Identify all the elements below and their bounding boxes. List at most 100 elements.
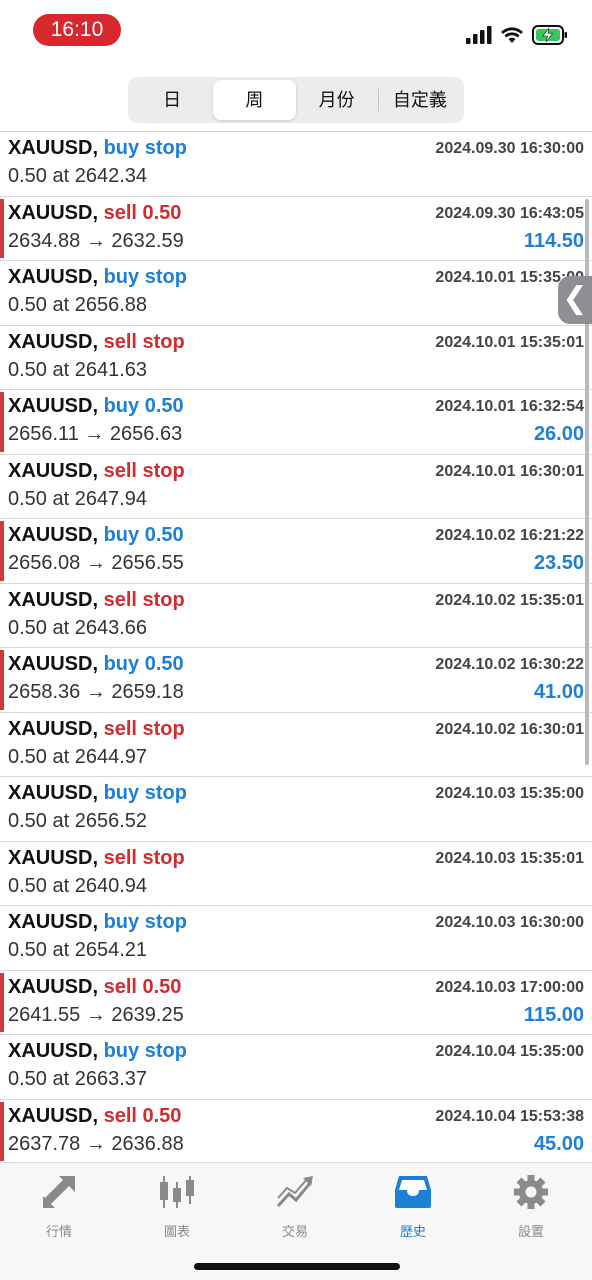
order-row[interactable]: XAUUSD, buy stop 0.50 at 2656.88 2024.10.0… [0,261,592,326]
row-detail: 0.50 at 2663.37 [8,1068,148,1090]
tab-quotes[interactable]: 行情 [9,1173,109,1240]
row-type: sell 0.50 [103,201,182,224]
row-detail: 0.50 at 2656.88 [8,294,148,316]
order-row[interactable]: XAUUSD, sell stop 0.50 at 2641.63 2024.10.… [0,326,592,390]
row-profit: 41.00 [533,681,584,703]
row-time: 2024.10.03 15:35:00 [435,785,584,802]
row-symbol: XAUUSD, [8,459,99,482]
row-symbol: XAUUSD, [8,395,99,417]
row-type: sell stop [103,459,185,482]
row-detail: 0.50 at 2642.34 [8,165,148,187]
row-detail: 2658.36 → 2659.18 [8,681,184,703]
row-detail: 2634.88 → 2632.59 [8,229,184,252]
row-profit: 23.50 [533,552,584,574]
segment-week[interactable]: 周 [213,80,296,120]
row-detail: 0.50 at 2654.21 [8,939,148,961]
row-type: sell stop [103,846,185,869]
home-indicator [194,1263,400,1270]
row-symbol: XAUUSD, [8,201,99,224]
row-type: sell 0.50 [103,975,182,998]
row-type: buy 0.50 [103,524,184,546]
row-detail: 0.50 at 2644.97 [8,745,148,768]
tab-chart-label: 圖表 [163,1224,190,1239]
period-segmented-control: 日 周 月份 自定義 [128,77,464,123]
row-type: buy stop [103,1040,187,1062]
row-time: 2024.10.01 15:35:01 [435,333,584,351]
row-type: buy stop [103,782,187,804]
order-row[interactable]: XAUUSD, buy stop 0.50 at 2663.37 2024.10.0… [0,1035,592,1100]
tab-trade[interactable]: 交易 [245,1173,345,1240]
row-detail: 2656.08 → 2656.55 [8,552,184,574]
row-time: 2024.10.04 15:53:38 [435,1107,584,1125]
tab-trade-label: 交易 [281,1224,308,1239]
battery-charging-icon [532,25,567,45]
tab-bar: 行情 圖表 交易 歷史 設置 [0,1162,592,1280]
tab-history[interactable]: 歷史 [363,1173,463,1240]
row-title: XAUUSD, buy 0.50 [8,524,184,547]
deal-row[interactable]: XAUUSD, sell 0.50 2641.55 → 2639.25 2024.1… [0,971,592,1035]
history-inbox-icon [395,1176,431,1208]
row-title: XAUUSD, sell stop [8,331,185,354]
segment-custom[interactable]: 自定義 [379,80,461,120]
tab-settings[interactable]: 設置 [481,1173,581,1240]
order-row[interactable]: XAUUSD, buy stop 0.50 at 2654.21 2024.10.0… [0,906,592,971]
row-detail: 2656.11 → 2656.63 [8,423,183,445]
row-title: XAUUSD, sell stop [8,589,185,612]
row-symbol: XAUUSD, [8,588,99,611]
row-title: XAUUSD, sell stop [8,460,185,483]
deal-row[interactable]: XAUUSD, sell 0.50 2634.88 → 2632.59 2024.0… [0,197,592,261]
row-type: buy 0.50 [103,395,184,417]
deal-row[interactable]: XAUUSD, buy 0.50 2656.11 → 2656.63 2024.10… [0,390,592,455]
cellular-signal-icon [466,26,492,44]
deal-row[interactable]: XAUUSD, buy 0.50 2656.08 → 2656.55 2024.10… [0,519,592,584]
row-time: 2024.09.30 16:30:00 [435,140,584,157]
row-type: buy stop [103,266,187,288]
row-time: 2024.10.03 17:00:00 [435,978,584,996]
row-type: sell 0.50 [103,1104,182,1127]
row-detail: 0.50 at 2640.94 [8,874,148,897]
deal-row[interactable]: XAUUSD, sell 0.50 2637.78 → 2636.88 2024.1… [0,1100,592,1163]
row-type: buy 0.50 [103,653,184,675]
row-symbol: XAUUSD, [8,524,99,546]
row-time: 2024.10.02 16:21:22 [435,527,584,544]
row-type: buy stop [103,911,187,933]
row-type: sell stop [103,717,185,740]
row-type: sell stop [103,588,185,611]
row-profit: 115.00 [523,1003,584,1026]
row-title: XAUUSD, sell 0.50 [8,202,181,225]
order-row[interactable]: XAUUSD, sell stop 0.50 at 2640.94 2024.10.… [0,842,592,906]
row-detail: 0.50 at 2647.94 [8,487,148,510]
row-detail: 0.50 at 2641.63 [8,358,148,381]
order-row[interactable]: XAUUSD, sell stop 0.50 at 2643.66 2024.10.… [0,584,592,648]
status-bar: 16:10 [0,0,592,64]
deal-row[interactable]: XAUUSD, buy 0.50 2658.36 → 2659.18 2024.10… [0,648,592,713]
row-detail: 2641.55 → 2639.25 [8,1003,184,1026]
row-time: 2024.10.02 16:30:22 [435,656,584,673]
row-title: XAUUSD, buy stop [8,266,187,289]
segment-day[interactable]: 日 [131,80,213,120]
row-title: XAUUSD, buy stop [8,782,187,805]
order-row[interactable]: XAUUSD, buy stop 0.50 at 2642.34 2024.09.3… [0,132,592,197]
row-time: 2024.10.03 15:35:01 [435,849,584,867]
chevron-left-icon: ❮ [562,282,588,315]
row-title: XAUUSD, sell 0.50 [8,976,181,999]
wifi-icon [501,27,523,43]
tab-chart[interactable]: 圖表 [127,1173,227,1240]
row-title: XAUUSD, buy stop [8,911,187,934]
row-detail: 2637.78 → 2636.88 [8,1132,184,1155]
order-row[interactable]: XAUUSD, sell stop 0.50 at 2647.94 2024.10.… [0,455,592,519]
row-title: XAUUSD, buy stop [8,137,187,160]
status-time: 16:10 [33,14,121,46]
settings-gear-icon [514,1175,548,1209]
row-symbol: XAUUSD, [8,975,99,998]
row-time: 2024.10.01 16:32:54 [435,398,584,415]
order-row[interactable]: XAUUSD, buy stop 0.50 at 2656.52 2024.10.0… [0,777,592,842]
row-profit: 45.00 [533,1132,584,1155]
segment-month[interactable]: 月份 [296,80,378,120]
side-panel-handle[interactable]: ❮ [558,276,592,324]
trade-trend-icon [276,1176,313,1208]
row-time: 2024.10.02 16:30:01 [435,720,584,738]
order-row[interactable]: XAUUSD, sell stop 0.50 at 2644.97 2024.10.… [0,713,592,777]
row-symbol: XAUUSD, [8,911,99,933]
history-list[interactable]: XAUUSD, buy stop 0.50 at 2642.34 2024.09.3… [0,131,592,1162]
